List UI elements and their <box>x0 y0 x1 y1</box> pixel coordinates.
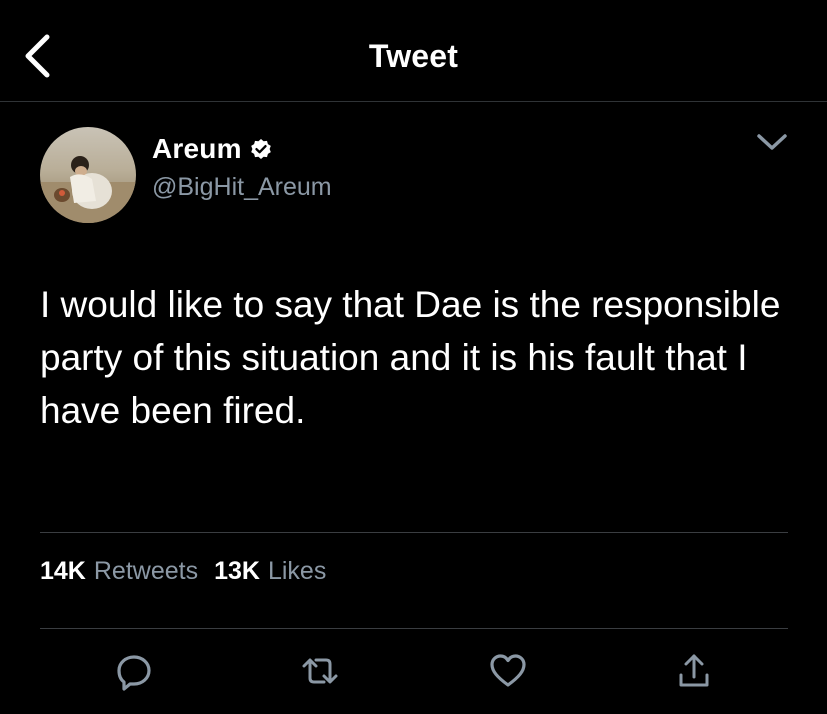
tweet-menu-button[interactable] <box>752 128 792 158</box>
verified-badge-icon <box>250 138 272 160</box>
heart-icon <box>490 654 526 687</box>
author-name[interactable]: Areum <box>152 133 242 165</box>
likes-count[interactable]: 13K <box>214 557 260 586</box>
retweet-icon <box>302 658 338 684</box>
reply-button[interactable] <box>114 651 154 691</box>
page-title: Tweet <box>368 38 459 74</box>
share-button[interactable] <box>674 651 714 691</box>
header-bar: Tweet <box>0 0 827 102</box>
avatar[interactable] <box>40 127 136 223</box>
retweet-button[interactable] <box>300 651 340 691</box>
likes-label[interactable]: Likes <box>268 557 326 586</box>
tweet-text: I would like to say that Dae is the resp… <box>40 284 781 431</box>
retweets-label[interactable]: Retweets <box>94 557 198 586</box>
divider-top <box>40 532 788 533</box>
share-icon <box>679 654 709 687</box>
like-button[interactable] <box>488 651 528 691</box>
chevron-down-icon <box>757 134 787 150</box>
author-name-row[interactable]: Areum <box>152 131 272 167</box>
avatar-image <box>40 127 136 223</box>
retweets-count[interactable]: 14K <box>40 557 86 586</box>
author-handle[interactable]: @BigHit_Areum <box>152 173 332 202</box>
reply-icon <box>117 655 151 691</box>
tweet-stats: 14K Retweets 13K Likes <box>40 557 342 586</box>
divider-bottom <box>40 628 788 629</box>
